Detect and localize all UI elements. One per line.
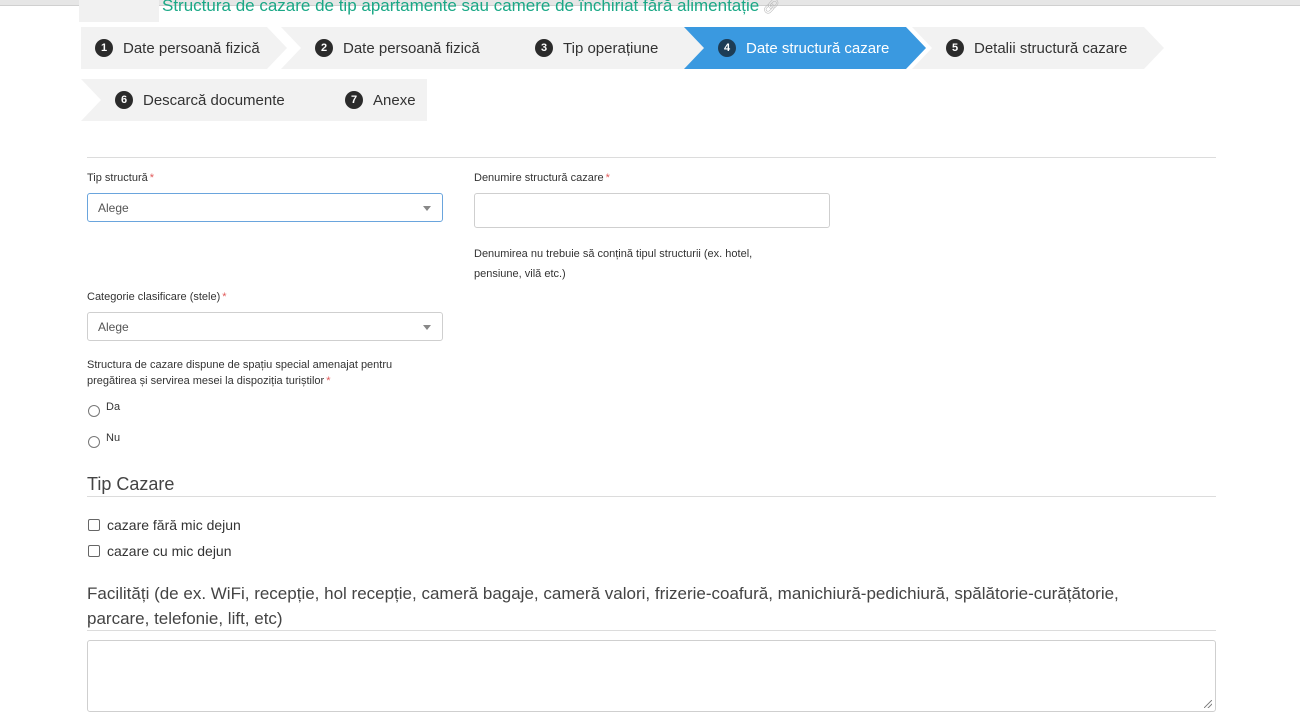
step-number: 5: [946, 39, 964, 57]
step-number: 4: [718, 39, 736, 57]
step-number: 6: [115, 91, 133, 109]
select-value: Alege: [98, 319, 129, 334]
label-text: Tip structură: [87, 172, 148, 184]
label-text: Categorie clasificare (stele): [87, 291, 221, 303]
tip-structura-label: Tip structură *: [87, 172, 154, 184]
tip-cazare-title: Tip Cazare: [87, 474, 175, 494]
spatiu-masa-question: Structura de cazare dispune de spațiu sp…: [87, 357, 392, 389]
step-1[interactable]: 1 Date persoană fizică: [81, 27, 287, 69]
chevron-down-icon: [423, 325, 431, 330]
page-title-text: Structura de cazare de tip apartamente s…: [162, 0, 760, 15]
step-number: 1: [95, 39, 113, 57]
step-label: Anexe: [373, 91, 416, 109]
radio-button[interactable]: [88, 405, 100, 417]
step-number: 3: [535, 39, 553, 57]
page-title: Structura de cazare de tip apartamente s…: [162, 0, 780, 18]
step-label: Detalii structură cazare: [974, 39, 1128, 57]
radio-label: Nu: [106, 432, 121, 444]
step-label: Date persoană fizică: [123, 39, 260, 57]
question-line: pregătirea și servirea mesei la dispoziț…: [87, 375, 325, 387]
step-6[interactable]: 6 Descarcă documente: [81, 79, 333, 121]
checkbox-fara-mic-dejun[interactable]: cazare fără mic dejun: [88, 517, 241, 533]
header-placeholder: [79, 0, 159, 22]
radio-da[interactable]: Da: [88, 401, 120, 417]
form-divider: [87, 157, 1216, 158]
step-label: Date persoană fizică: [343, 39, 480, 57]
checkbox[interactable]: [88, 519, 100, 531]
categorie-label: Categorie clasificare (stele) *: [87, 291, 227, 303]
step-4-active[interactable]: 4 Date structură cazare: [684, 27, 926, 69]
step-label: Descarcă documente: [143, 91, 285, 109]
radio-nu[interactable]: Nu: [88, 432, 120, 448]
facilitati-divider: [87, 630, 1216, 631]
step-label: Date structură cazare: [746, 39, 890, 57]
checkbox-cu-mic-dejun[interactable]: cazare cu mic dejun: [88, 543, 232, 559]
help-line: Denumirea nu trebuie să conțină tipul st…: [474, 248, 753, 260]
radio-button[interactable]: [88, 436, 100, 448]
denumire-input[interactable]: [474, 193, 830, 228]
facilitati-title: Facilități (de ex. WiFi, recepție, hol r…: [87, 581, 1119, 631]
required-mark: *: [326, 375, 331, 387]
step-label: Tip operațiune: [563, 39, 659, 57]
title-line: parcare, telefonie, lift, etc): [87, 609, 283, 628]
checkbox-label: cazare fără mic dejun: [107, 517, 241, 533]
required-mark: *: [149, 172, 155, 184]
categorie-select[interactable]: Alege: [87, 312, 443, 341]
facilitati-textarea[interactable]: [87, 640, 1216, 712]
step-3[interactable]: 3 Tip operațiune: [501, 27, 709, 69]
label-text: Denumire structură cazare: [474, 172, 604, 184]
tip-cazare-divider: [87, 496, 1216, 497]
checkbox[interactable]: [88, 545, 100, 557]
title-line: Facilități (de ex. WiFi, recepție, hol r…: [87, 584, 1119, 603]
resize-handle-icon[interactable]: [1204, 700, 1212, 708]
link-icon[interactable]: 🔗︎: [762, 0, 780, 14]
step-number: 2: [315, 39, 333, 57]
required-mark: *: [605, 172, 610, 184]
step-2[interactable]: 2 Date persoană fizică: [281, 27, 525, 69]
radio-label: Da: [106, 401, 121, 413]
tip-structura-select[interactable]: Alege: [87, 193, 443, 222]
select-value: Alege: [98, 200, 129, 215]
step-5[interactable]: 5 Detalii structură cazare: [912, 27, 1164, 69]
denumire-label: Denumire structură cazare *: [474, 172, 610, 184]
chevron-down-icon: [423, 206, 431, 211]
denumire-help-text: Denumirea nu trebuie să conțină tipul st…: [474, 244, 752, 284]
checkbox-label: cazare cu mic dejun: [107, 543, 232, 559]
question-line: Structura de cazare dispune de spațiu sp…: [87, 359, 393, 371]
required-mark: *: [222, 291, 227, 303]
help-line: pensiune, vilă etc.): [474, 268, 566, 280]
step-number: 7: [345, 91, 363, 109]
